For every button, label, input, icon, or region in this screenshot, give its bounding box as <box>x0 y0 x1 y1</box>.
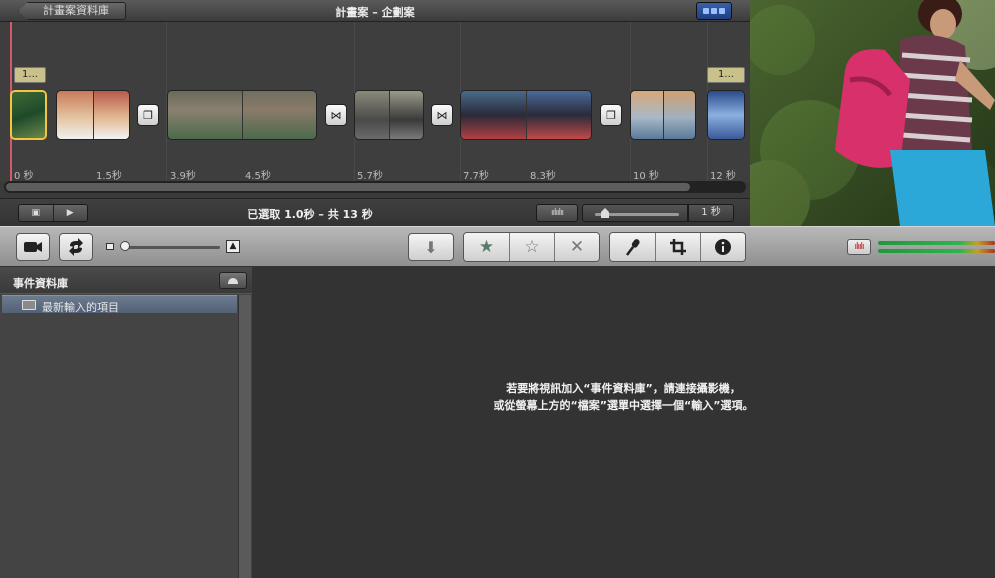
time-tick: 8.3秒 <box>530 171 556 182</box>
marker-flag[interactable]: 1... <box>707 67 745 83</box>
event-browser[interactable]: 若要將視訊加入“事件資料庫”，請連接攝影機， 或從螢幕上方的“檔案”選單中選擇一… <box>252 267 995 578</box>
viewer-frame-image <box>750 0 995 226</box>
unmark-button[interactable]: ☆ <box>509 233 554 261</box>
library-item-latest-import[interactable]: 最新輸入的項目 <box>2 295 237 314</box>
slider-knob[interactable] <box>601 208 609 218</box>
time-tick: 5.7秒 <box>357 171 383 182</box>
transition-icon[interactable]: ❐ <box>137 104 159 126</box>
empty-event-message: 若要將視訊加入“事件資料庫”，請連接攝影機， 或從螢幕上方的“檔案”選單中選擇一… <box>252 380 995 414</box>
small-thumbnail-icon <box>106 243 114 250</box>
grid-icon <box>703 8 709 14</box>
transition-icon[interactable]: ⋈ <box>325 104 347 126</box>
add-to-project-button[interactable]: ⬇ <box>408 233 454 261</box>
clip-thumbnail[interactable] <box>56 90 130 140</box>
project-title: 計畫案 – 企劃案 <box>335 6 415 19</box>
project-bottom-bar: ▣ ▶ 已選取 1.0秒 – 共 13 秒 ıılıılıı 1 秒 <box>0 198 750 226</box>
info-button[interactable] <box>700 233 745 261</box>
audio-waveform-button[interactable]: ıılıılıı <box>536 204 578 222</box>
time-tick: 7.7秒 <box>463 171 489 182</box>
scrollbar-thumb[interactable] <box>6 183 690 191</box>
view-toggle-button[interactable] <box>696 2 732 20</box>
event-library-title: 事件資料庫 <box>13 277 68 290</box>
thumbnail-zoom-slider[interactable]: ▲ <box>106 240 241 254</box>
voiceover-button[interactable] <box>610 233 655 261</box>
clip-frame <box>12 92 45 138</box>
crop-button[interactable] <box>655 233 700 261</box>
clip-frame <box>57 91 94 139</box>
slider-knob[interactable] <box>120 241 130 251</box>
info-icon <box>715 239 731 255</box>
time-tick: 0 秒 <box>14 171 34 182</box>
clip-frame <box>168 91 243 139</box>
time-tick: 10 秒 <box>633 171 659 182</box>
transition-icon[interactable]: ❐ <box>600 104 622 126</box>
duration-value: 1 秒 <box>688 204 734 222</box>
clip-frame <box>708 91 744 139</box>
grid-icon <box>711 8 717 14</box>
time-tick: 4.5秒 <box>245 171 271 182</box>
library-item-label: 最新輸入的項目 <box>42 301 119 314</box>
event-library-header: 事件資料庫 <box>0 267 252 294</box>
camera-import-button[interactable] <box>16 233 50 261</box>
clip-thumbnail[interactable] <box>167 90 317 140</box>
time-tick: 12 秒 <box>710 171 736 182</box>
rating-button-group: ★ ☆ ✕ <box>463 232 600 262</box>
library-scrollbar[interactable] <box>238 295 251 578</box>
transition-icon[interactable]: ⋈ <box>431 104 453 126</box>
eject-icon <box>228 277 238 284</box>
clip-thumbnail[interactable] <box>460 90 592 140</box>
clip-thumbnail[interactable] <box>707 90 745 140</box>
slider-track <box>122 246 220 249</box>
clip-frame <box>631 91 664 139</box>
audio-adjust-button[interactable]: ılıılı <box>847 239 871 255</box>
clip-frame <box>242 91 316 139</box>
audio-level-meter-left <box>878 241 995 245</box>
clip-frame <box>526 91 591 139</box>
empty-message-line: 若要將視訊加入“事件資料庫”，請連接攝影機， <box>506 382 741 395</box>
tools-button-group <box>609 232 746 262</box>
time-tick: 3.9秒 <box>170 171 196 182</box>
project-titlebar: 計畫案資料庫 計畫案 – 企劃案 <box>0 0 750 22</box>
clip-frame <box>355 91 390 139</box>
thumbnail-duration-slider[interactable] <box>582 204 688 222</box>
clip-thumbnail[interactable] <box>10 90 47 140</box>
clip-frame <box>663 91 695 139</box>
clip-frame <box>93 91 129 139</box>
timeline-scrollbar[interactable] <box>4 181 746 193</box>
grid-icon <box>719 8 725 14</box>
camera-icon <box>24 242 42 252</box>
marker-flag[interactable]: 1... <box>14 67 46 83</box>
selection-status: 已選取 1.0秒 – 共 13 秒 <box>247 208 373 221</box>
swap-events-projects-button[interactable] <box>59 233 93 261</box>
main-toolbar: ▲ ⬇ ★ ☆ ✕ ılıılı <box>0 226 995 267</box>
swap-icon <box>69 238 83 256</box>
audio-level-meter-right <box>878 249 995 253</box>
clip-thumbnail[interactable] <box>630 90 696 140</box>
favorite-button[interactable]: ★ <box>464 233 509 261</box>
film-icon <box>22 300 36 310</box>
time-tick: 1.5秒 <box>96 171 122 182</box>
clip-thumbnail[interactable] <box>354 90 424 140</box>
show-hide-library-button[interactable] <box>219 272 247 289</box>
event-library: 事件資料庫 最新輸入的項目 <box>0 267 252 578</box>
microphone-icon <box>625 239 640 256</box>
project-timeline[interactable]: 1... 1... ❐ ⋈ ⋈ ❐ 0 秒 1.5秒 3.9秒 4.5秒 5.7… <box>0 22 750 182</box>
video-viewer[interactable] <box>750 0 995 226</box>
project-pane: 計畫案資料庫 計畫案 – 企劃案 1... 1... ❐ ⋈ ⋈ ❐ 0 秒 1… <box>0 0 750 226</box>
large-thumbnail-icon: ▲ <box>226 240 240 253</box>
reject-button[interactable]: ✕ <box>554 233 599 261</box>
crop-icon <box>670 239 686 255</box>
clip-frame <box>389 91 423 139</box>
clip-frame <box>461 91 527 139</box>
empty-message-line: 或從螢幕上方的“檔案”選單中選擇一個“輸入”選項。 <box>493 399 754 412</box>
